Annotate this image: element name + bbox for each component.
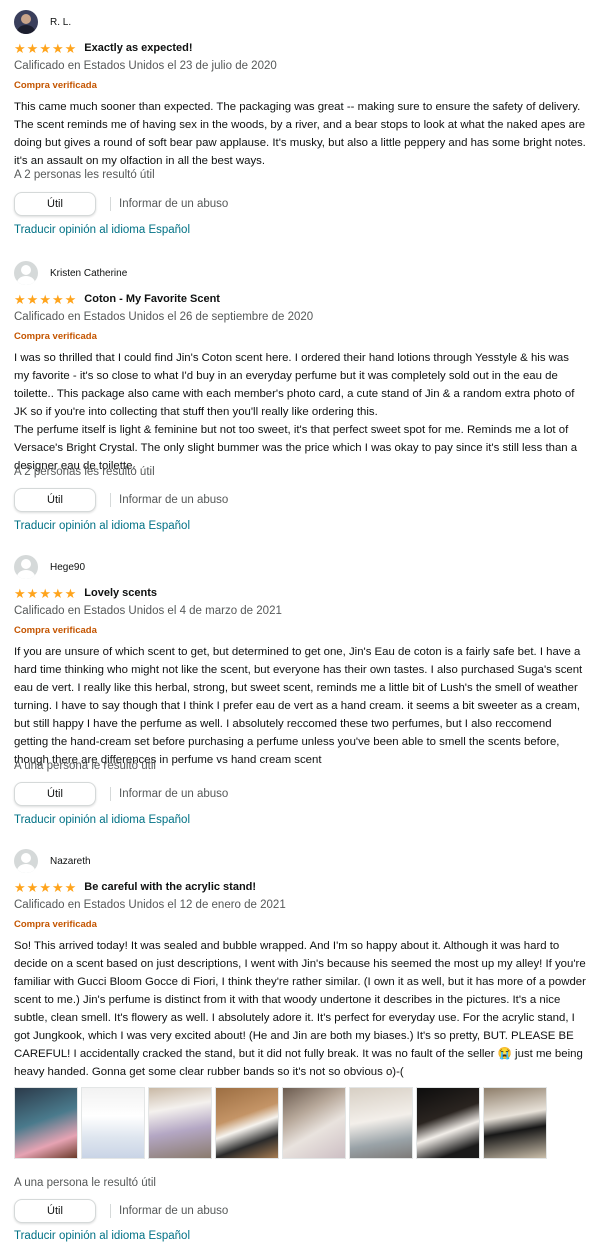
star-icon: ★ bbox=[64, 291, 77, 307]
review-photo[interactable] bbox=[81, 1087, 145, 1159]
star-icon: ★ bbox=[39, 40, 51, 56]
verified-purchase-badge: Compra verificada bbox=[14, 625, 97, 636]
review-date: Calificado en Estados Unidos el 12 de en… bbox=[14, 899, 286, 911]
review-title-row: ★ ★ ★ ★ ★ Lovely scents bbox=[14, 585, 157, 601]
star-icon: ★ bbox=[26, 40, 39, 56]
reviewer[interactable]: R. L. bbox=[14, 10, 71, 34]
star-icon: ★ bbox=[26, 585, 39, 601]
translate-review-link[interactable]: Traducir opinión al idioma Español bbox=[14, 814, 190, 826]
review-photo[interactable] bbox=[215, 1087, 279, 1159]
review-title[interactable]: Exactly as expected! bbox=[84, 42, 192, 54]
star-icon: ★ bbox=[64, 40, 77, 56]
review-body: If you are unsure of which scent to get,… bbox=[14, 646, 583, 766]
review-body: This came much sooner than expected. The… bbox=[14, 101, 586, 167]
avatar-icon bbox=[14, 261, 38, 285]
helpful-button[interactable]: Útil bbox=[14, 782, 96, 806]
helpful-button[interactable]: Útil bbox=[14, 488, 96, 512]
star-icon: ★ bbox=[51, 879, 64, 895]
reviewer[interactable]: Kristen Catherine bbox=[14, 261, 127, 285]
review-actions: Útil Informar de un abuso bbox=[14, 781, 228, 807]
reviewer[interactable]: Hege90 bbox=[14, 555, 85, 579]
review-title-row: ★ ★ ★ ★ ★ Exactly as expected! bbox=[14, 40, 193, 56]
translate-review-link[interactable]: Traducir opinión al idioma Español bbox=[14, 1230, 190, 1242]
star-rating[interactable]: ★ ★ ★ ★ ★ bbox=[14, 293, 76, 306]
review-photo[interactable] bbox=[282, 1087, 346, 1159]
translate-review-link[interactable]: Traducir opinión al idioma Español bbox=[14, 224, 190, 236]
reviewer-name[interactable]: R. L. bbox=[50, 17, 71, 28]
review-photos bbox=[14, 1087, 547, 1159]
divider bbox=[110, 787, 111, 801]
reviewer-name[interactable]: Hege90 bbox=[50, 562, 85, 573]
avatar-icon bbox=[14, 10, 38, 34]
review: R. L. ★ ★ ★ ★ ★ Exactly as expected! Calific… bbox=[14, 10, 586, 242]
helpful-button[interactable]: Útil bbox=[14, 192, 96, 216]
review-actions: Útil Informar de un abuso bbox=[14, 1198, 228, 1224]
star-icon: ★ bbox=[64, 585, 77, 601]
review-body: I was so thrilled that I could find Jin'… bbox=[14, 352, 578, 472]
star-rating[interactable]: ★ ★ ★ ★ ★ bbox=[14, 42, 76, 55]
report-abuse-link[interactable]: Informar de un abuso bbox=[119, 788, 228, 800]
report-abuse-link[interactable]: Informar de un abuso bbox=[119, 198, 228, 210]
review-photo[interactable] bbox=[483, 1087, 547, 1159]
star-icon: ★ bbox=[14, 879, 26, 895]
review-date: Calificado en Estados Unidos el 4 de mar… bbox=[14, 605, 282, 617]
reviewer[interactable]: Nazareth bbox=[14, 849, 91, 873]
star-icon: ★ bbox=[14, 40, 26, 56]
review-title-row: ★ ★ ★ ★ ★ Coton - My Favorite Scent bbox=[14, 291, 220, 307]
avatar-icon bbox=[14, 849, 38, 873]
star-icon: ★ bbox=[39, 585, 51, 601]
review: Nazareth ★ ★ ★ ★ ★ Be careful with the acryl… bbox=[14, 849, 586, 1249]
star-icon: ★ bbox=[51, 291, 64, 307]
helpful-count: A 2 personas les resultó útil bbox=[14, 466, 155, 478]
review-actions: Útil Informar de un abuso bbox=[14, 191, 228, 217]
review: Hege90 ★ ★ ★ ★ ★ Lovely scents Calificado en… bbox=[14, 555, 586, 835]
helpful-count: A una persona le resultó útil bbox=[14, 1177, 156, 1189]
review-photo[interactable] bbox=[416, 1087, 480, 1159]
review-title[interactable]: Lovely scents bbox=[84, 587, 157, 599]
divider bbox=[110, 1204, 111, 1218]
star-icon: ★ bbox=[64, 879, 77, 895]
reviewer-name[interactable]: Nazareth bbox=[50, 856, 91, 867]
star-icon: ★ bbox=[26, 291, 39, 307]
review-body: So! This arrived today! It was sealed an… bbox=[14, 940, 586, 1078]
divider bbox=[110, 493, 111, 507]
avatar-icon bbox=[14, 555, 38, 579]
verified-purchase-badge: Compra verificada bbox=[14, 80, 97, 91]
review-title-row: ★ ★ ★ ★ ★ Be careful with the acrylic stand! bbox=[14, 879, 256, 895]
star-rating[interactable]: ★ ★ ★ ★ ★ bbox=[14, 587, 76, 600]
review-photo[interactable] bbox=[349, 1087, 413, 1159]
review-date: Calificado en Estados Unidos el 26 de se… bbox=[14, 311, 314, 323]
reviewer-name[interactable]: Kristen Catherine bbox=[50, 268, 127, 279]
review-title[interactable]: Coton - My Favorite Scent bbox=[84, 293, 220, 305]
star-icon: ★ bbox=[14, 291, 26, 307]
star-icon: ★ bbox=[26, 879, 39, 895]
review-photo[interactable] bbox=[148, 1087, 212, 1159]
translate-review-link[interactable]: Traducir opinión al idioma Español bbox=[14, 520, 190, 532]
verified-purchase-badge: Compra verificada bbox=[14, 331, 97, 342]
star-icon: ★ bbox=[51, 585, 64, 601]
review-photo[interactable] bbox=[14, 1087, 78, 1159]
report-abuse-link[interactable]: Informar de un abuso bbox=[119, 494, 228, 506]
helpful-button[interactable]: Útil bbox=[14, 1199, 96, 1223]
review: Kristen Catherine ★ ★ ★ ★ ★ Coton - My Favor… bbox=[14, 261, 586, 541]
helpful-count: A 2 personas les resultó útil bbox=[14, 169, 155, 181]
review-title[interactable]: Be careful with the acrylic stand! bbox=[84, 881, 256, 893]
star-icon: ★ bbox=[39, 291, 51, 307]
star-icon: ★ bbox=[39, 879, 51, 895]
star-icon: ★ bbox=[14, 585, 26, 601]
divider bbox=[110, 197, 111, 211]
review-actions: Útil Informar de un abuso bbox=[14, 487, 228, 513]
star-icon: ★ bbox=[51, 40, 64, 56]
star-rating[interactable]: ★ ★ ★ ★ ★ bbox=[14, 881, 76, 894]
review-date: Calificado en Estados Unidos el 23 de ju… bbox=[14, 60, 277, 72]
report-abuse-link[interactable]: Informar de un abuso bbox=[119, 1205, 228, 1217]
helpful-count: A una persona le resultó útil bbox=[14, 760, 156, 772]
verified-purchase-badge: Compra verificada bbox=[14, 919, 97, 930]
